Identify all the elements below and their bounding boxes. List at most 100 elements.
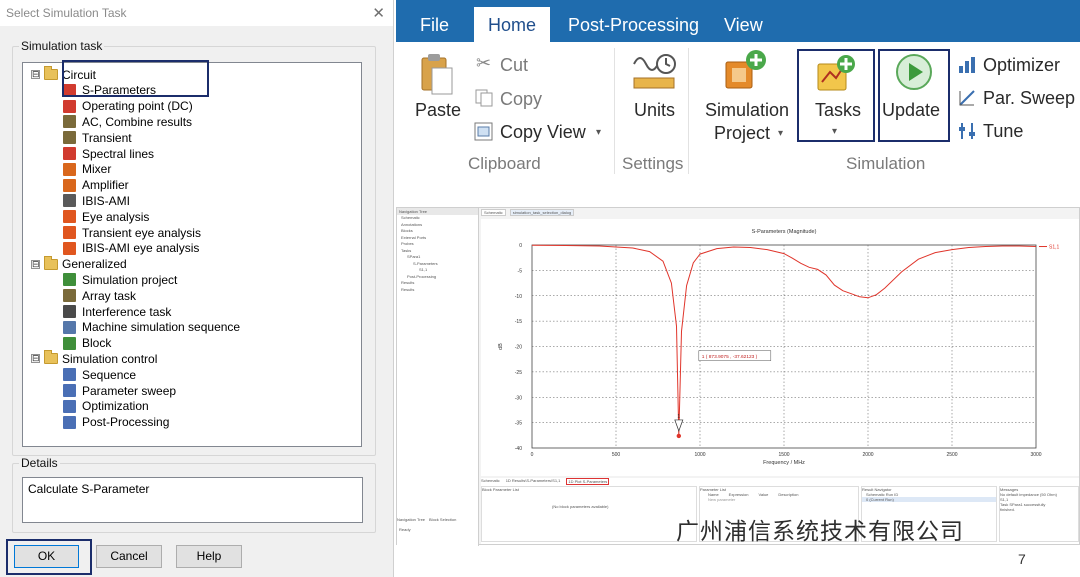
post-processing-icon (63, 415, 76, 429)
par-sweep-icon (959, 90, 975, 106)
parameter-sweep-icon (63, 384, 76, 397)
tree-item[interactable]: IBIS-AMI (63, 193, 130, 208)
tree-item[interactable]: Transient (63, 130, 132, 145)
x-tick-label: 2500 (946, 452, 957, 458)
simulation-task-tree[interactable]: ⊟ Circuit S-Parameters Operating point (DC)… (22, 62, 362, 447)
company-watermark: 广州浦信系统技术有限公司 (676, 519, 964, 545)
tree-item[interactable]: Array task (63, 288, 136, 303)
marker-label: 1 (677, 414, 680, 420)
y-tick-label: 0 (519, 243, 522, 249)
doc-tab-schematic[interactable]: Schematic (481, 209, 506, 216)
x-tick-label: 1000 (694, 452, 705, 458)
tree-item[interactable]: Eye analysis (63, 209, 149, 224)
collapse-icon[interactable]: ⊟ (31, 70, 40, 79)
y-tick-label: -20 (515, 345, 522, 351)
simulation-group-label: Simulation (846, 154, 926, 173)
simulation-task-group-label: Simulation task (19, 39, 105, 53)
optimization-icon (63, 399, 76, 413)
tab-post-processing[interactable]: Post-Processing (560, 7, 707, 42)
status-text: Ready (399, 527, 411, 532)
tree-item[interactable]: Parameter sweep (63, 383, 176, 398)
tree-item[interactable]: Optimization (63, 399, 149, 414)
paste-label: Paste (415, 100, 462, 120)
cut-label: Cut (500, 55, 529, 75)
view-tab-result[interactable]: 1D Results\S-Parameters\S1,1 (506, 478, 561, 485)
folder-icon (44, 66, 58, 80)
view-tab-schematic[interactable]: Schematic (481, 478, 500, 485)
tree-category[interactable]: ⊟ Generalized (31, 255, 127, 272)
tree-item[interactable]: Spectral lines (63, 146, 154, 161)
copy-view-dropdown-icon[interactable]: ▾ (596, 127, 601, 138)
param-col-value: Value (758, 492, 769, 497)
screenshot-root: Select Simulation Task ✕ Simulation task… (0, 0, 1080, 577)
tab-file[interactable]: File (412, 7, 457, 42)
machine-sequence-icon (63, 320, 76, 334)
tree-item[interactable]: Amplifier (63, 178, 129, 193)
tree-item-label: Block (82, 336, 112, 351)
y-tick-label: -35 (515, 421, 522, 427)
embedded-application-window: Navigation Tree Schematic Annotations Bloc… (396, 207, 1080, 546)
tree-item-label: Transient eye analysis (82, 225, 201, 240)
tree-item-label: IBIS-AMI eye analysis (82, 241, 200, 256)
cancel-button[interactable]: Cancel (96, 545, 162, 568)
ribbon-tab-bar: File Home Post-Processing View (396, 0, 1080, 42)
tree-category[interactable]: ⊟ Simulation control (31, 350, 157, 366)
simulation-project-dropdown-icon[interactable]: ▾ (778, 128, 783, 139)
tree-item[interactable]: Operating point (DC) (63, 99, 193, 114)
tab-block-selection[interactable]: Block Selection (429, 517, 456, 522)
navigation-tree-list[interactable]: Schematic Annotations Blocks External Ports… (397, 215, 478, 293)
dialog-title: Select Simulation Task (6, 6, 127, 20)
collapse-icon[interactable]: ⊟ (31, 354, 40, 364)
tree-item[interactable]: Machine simulation sequence (63, 320, 240, 335)
details-text-box: Calculate S-Parameter (22, 477, 363, 523)
tree-item[interactable]: Mixer (63, 162, 111, 177)
tree-item-label: Parameter sweep (82, 383, 177, 398)
tree-item[interactable]: Sequence (63, 367, 136, 382)
result-nav-item[interactable]: 0 (Current Run) (862, 497, 996, 502)
tree-item-label: Simulation project (82, 272, 178, 287)
simulation-project-label-line1: Simulation (705, 100, 790, 120)
x-tick-label: 0 (531, 452, 534, 458)
tab-navigation-tree[interactable]: Navigation Tree (397, 517, 425, 522)
separator (688, 48, 689, 174)
tree-item[interactable]: Post-Processing (63, 415, 169, 430)
help-button[interactable]: Help (176, 545, 242, 568)
tree-item[interactable]: AC, Combine results (63, 114, 192, 129)
optimizer-icon (959, 57, 975, 73)
folder-icon (44, 350, 58, 365)
array-task-icon (63, 289, 76, 303)
y-axis-label: dB (498, 343, 504, 350)
tree-item-label: Transient (82, 130, 132, 145)
x-axis-label: Frequency / MHz (763, 460, 805, 466)
page-number: 7 (1018, 551, 1026, 567)
tree-item[interactable]: Transient eye analysis (63, 225, 201, 240)
legend-label: S1,1 (1049, 245, 1060, 251)
tab-home[interactable]: Home (474, 7, 550, 42)
nav-tree-item[interactable]: Results (397, 287, 478, 294)
tree-item[interactable]: Simulation project (63, 272, 177, 287)
ok-button-highlight (6, 539, 92, 575)
paste-icon (421, 54, 453, 95)
new-parameter-row[interactable]: New parameter (700, 497, 858, 502)
tree-item-label: Sequence (82, 367, 137, 382)
amplifier-icon (63, 178, 76, 192)
optimizer-label: Optimizer (983, 55, 1061, 75)
tree-item[interactable]: IBIS-AMI eye analysis (63, 241, 199, 256)
marker-point (676, 433, 682, 439)
x-tick-label: 1500 (778, 452, 789, 458)
tab-view[interactable]: View (716, 7, 771, 42)
tree-item[interactable]: Interference task (63, 304, 171, 319)
view-tab-plot[interactable]: 1D Plot S-Parameters (566, 478, 610, 485)
folder-icon (44, 255, 58, 270)
par-sweep-label: Par. Sweep (983, 88, 1076, 108)
collapse-icon[interactable]: ⊟ (31, 259, 40, 269)
sequence-icon (63, 368, 76, 382)
close-icon[interactable]: ✕ (372, 4, 385, 22)
tree-item[interactable]: Block (63, 336, 111, 351)
doc-tab-project[interactable]: simulation_task_selection_dialog (509, 209, 575, 216)
tune-icon (959, 123, 975, 139)
copy-view-icon (474, 122, 493, 141)
tree-item-label: AC, Combine results (82, 114, 193, 129)
param-col-description: Description (778, 492, 799, 497)
s-parameter-chart[interactable]: 0 -5 -10 -15 -20 -25 -30 -35 -40 0 500 1000 1500 2000… (481, 219, 1079, 476)
